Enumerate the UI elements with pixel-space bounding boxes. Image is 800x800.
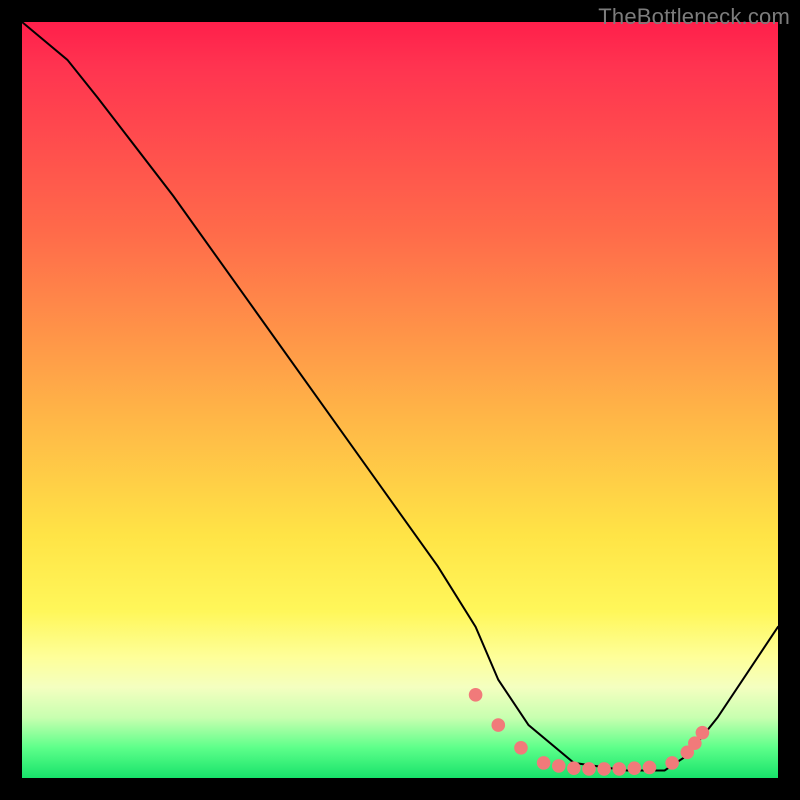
dot: [582, 762, 596, 776]
bottleneck-curve: [22, 22, 778, 770]
chart-frame: TheBottleneck.com: [0, 0, 800, 800]
dot: [643, 761, 657, 775]
dot: [612, 762, 626, 776]
watermark-text: TheBottleneck.com: [598, 4, 790, 30]
dot: [696, 726, 710, 740]
dot: [491, 718, 505, 732]
dot: [514, 741, 528, 755]
dot: [597, 762, 611, 776]
dot: [665, 756, 679, 770]
dot: [537, 756, 551, 770]
dot: [628, 761, 642, 775]
curve-layer: [22, 22, 778, 778]
dot: [469, 688, 483, 702]
dot: [552, 759, 566, 773]
plot-area: [22, 22, 778, 778]
sweet-spot-dots: [469, 688, 709, 776]
dot: [567, 761, 581, 775]
